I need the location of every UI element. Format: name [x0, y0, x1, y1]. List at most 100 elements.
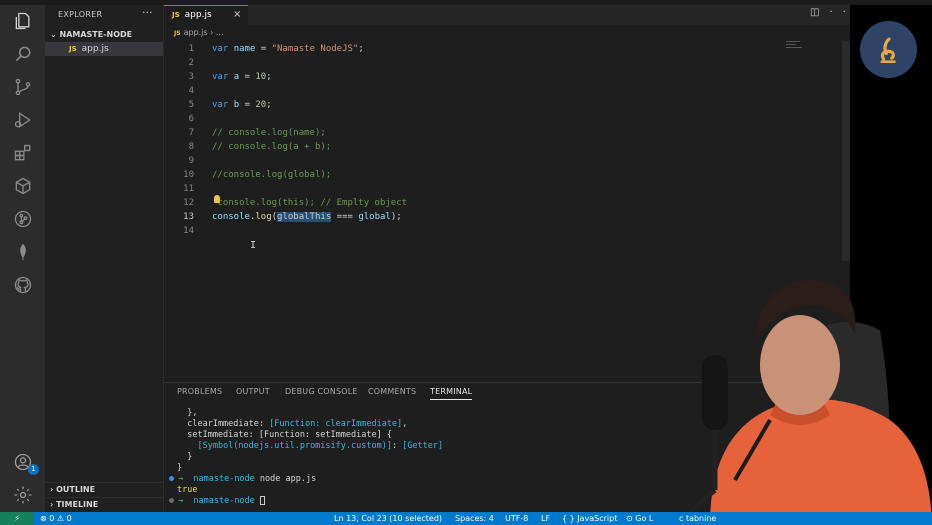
- split-editor-icon[interactable]: ◫: [810, 7, 829, 18]
- editor-scrollbar[interactable]: [842, 41, 850, 261]
- timeline-label: TIMELINE: [56, 500, 99, 509]
- code-line[interactable]: 5 var b = 20;: [164, 98, 850, 112]
- minimap[interactable]: [786, 41, 804, 55]
- line-number: 3: [188, 72, 194, 82]
- outline-label: OUTLINE: [56, 485, 96, 494]
- code-line[interactable]: 6: [164, 112, 850, 126]
- extensions-icon[interactable]: [12, 142, 34, 164]
- explorer-sidebar: EXPLORER ··· ⌄ NAMASTE-NODE JS app.js › O…: [45, 5, 164, 512]
- tabnine-status[interactable]: c tabnine: [679, 512, 716, 525]
- code-line[interactable]: 1 var name = "Namaste NodeJS";: [164, 42, 850, 56]
- search-icon[interactable]: [12, 43, 34, 65]
- command-status-dot-icon[interactable]: [169, 498, 174, 503]
- panel-tab-problems[interactable]: PROBLEMS: [177, 387, 222, 396]
- code-line[interactable]: 13 console.log(globalThis === global);: [164, 210, 850, 224]
- command-status-dot-icon[interactable]: [169, 476, 174, 481]
- code-token: var: [212, 44, 229, 54]
- terminal-token: ,: [402, 419, 408, 429]
- timeline-section[interactable]: › TIMELINE: [45, 497, 163, 511]
- remote-indicator[interactable]: ⚡: [0, 512, 34, 525]
- terminal-line: clearImmediate: [Function: clearImmediat…: [177, 419, 407, 430]
- code-line[interactable]: 14: [164, 224, 850, 238]
- code-token: log: [255, 212, 272, 222]
- cursor-position[interactable]: Ln 13, Col 23 (10 selected): [334, 512, 442, 525]
- terminal-token: namaste-node: [193, 474, 255, 484]
- github-icon[interactable]: [12, 274, 34, 296]
- line-number: 6: [188, 114, 194, 124]
- lightbulb-icon[interactable]: [214, 195, 220, 203]
- line-source: var name = "Namaste NodeJS";: [212, 42, 364, 56]
- breadcrumb-symbol[interactable]: ...: [216, 28, 224, 37]
- git-graph-icon[interactable]: [12, 208, 34, 230]
- line-number: 4: [188, 86, 194, 96]
- line-source: console.log(globalThis === global);: [212, 210, 402, 224]
- line-number: 8: [188, 142, 194, 152]
- panel-tab-terminal[interactable]: TERMINAL: [430, 387, 473, 400]
- folder-namaste-node[interactable]: ⌄ NAMASTE-NODE: [45, 28, 163, 41]
- mongodb-leaf-icon[interactable]: [12, 241, 34, 263]
- terminal-token: true: [177, 485, 198, 495]
- language-mode[interactable]: { } JavaScript: [562, 512, 617, 525]
- code-token: =: [239, 72, 256, 82]
- run-debug-icon[interactable]: [12, 109, 34, 131]
- mouse-text-cursor-icon: I: [250, 240, 257, 251]
- code-line[interactable]: 11: [164, 182, 850, 196]
- code-line[interactable]: 7 // console.log(name);: [164, 126, 850, 140]
- files-icon[interactable]: [12, 10, 34, 32]
- go-live-button[interactable]: ⊙ Go L: [626, 512, 653, 525]
- explorer-more-actions-button[interactable]: ···: [142, 6, 153, 19]
- line-number: 9: [188, 156, 194, 166]
- file-app-js[interactable]: JS app.js: [45, 42, 163, 56]
- indentation[interactable]: Spaces: 4: [455, 512, 494, 525]
- code-line[interactable]: 10 //console.log(global);: [164, 168, 850, 182]
- terminal-line: → namaste-node: [169, 496, 265, 507]
- code-token: ;: [266, 100, 272, 110]
- panel-tab-debug-console[interactable]: DEBUG CONSOLE: [285, 387, 358, 396]
- code-token: 10: [255, 72, 267, 82]
- line-source: var b = 20;: [212, 98, 272, 112]
- js-file-icon: JS: [172, 11, 180, 19]
- file-label: app.js: [81, 44, 109, 54]
- breadcrumb[interactable]: JS app.js › ...: [174, 28, 224, 37]
- settings-gear-icon[interactable]: [12, 484, 34, 506]
- source-control-icon[interactable]: [12, 76, 34, 98]
- code-line[interactable]: 9: [164, 154, 850, 168]
- tab-app-js[interactable]: JS app.js ×: [164, 5, 248, 25]
- code-line[interactable]: 3 var a = 10;: [164, 70, 850, 84]
- close-icon[interactable]: ×: [233, 6, 241, 24]
- code-line[interactable]: 4: [164, 84, 850, 98]
- code-token: console.log(this); // Emplty object: [212, 198, 408, 208]
- panel-tab-comments[interactable]: COMMENTS: [368, 387, 416, 396]
- terminal-token: clearImmediate:: [177, 419, 270, 429]
- end-of-line[interactable]: LF: [541, 512, 550, 525]
- terminal-token: node app.js: [254, 474, 317, 484]
- docker-icon[interactable]: [12, 175, 34, 197]
- line-number: 7: [188, 128, 194, 138]
- line-source: console.log(this); // Emplty object: [212, 196, 407, 210]
- outline-section[interactable]: › OUTLINE: [45, 482, 163, 496]
- code-line[interactable]: 8 // console.log(a + b);: [164, 140, 850, 154]
- line-number: 1: [188, 44, 194, 54]
- code-token: =: [239, 100, 256, 110]
- line-source: // console.log(a + b);: [212, 140, 331, 154]
- code-token: var: [212, 100, 229, 110]
- terminal-line: setImmediate: [Function: setImmediate] {: [177, 430, 392, 441]
- panel-tab-output[interactable]: OUTPUT: [236, 387, 270, 396]
- terminal-line: },: [177, 408, 197, 419]
- breadcrumb-file[interactable]: app.js: [184, 28, 208, 37]
- line-number: 14: [183, 226, 194, 236]
- terminal-token: }: [177, 452, 193, 462]
- terminal-token: },: [177, 408, 198, 418]
- js-file-icon: JS: [174, 30, 181, 37]
- code-line[interactable]: 2: [164, 56, 850, 70]
- chevron-right-icon: ›: [50, 500, 54, 509]
- code-token: =: [255, 44, 272, 54]
- code-line[interactable]: 12 console.log(this); // Emplty object: [164, 196, 850, 210]
- chevron-right-icon: ›: [50, 485, 54, 494]
- problems-count[interactable]: ⊗ 0 ⚠ 0: [40, 512, 72, 525]
- encoding[interactable]: UTF-8: [505, 512, 528, 525]
- code-token: "Namaste NodeJS": [271, 44, 359, 54]
- terminal-token: [Symbol(nodejs.util.promisify.custom)]: [197, 441, 392, 451]
